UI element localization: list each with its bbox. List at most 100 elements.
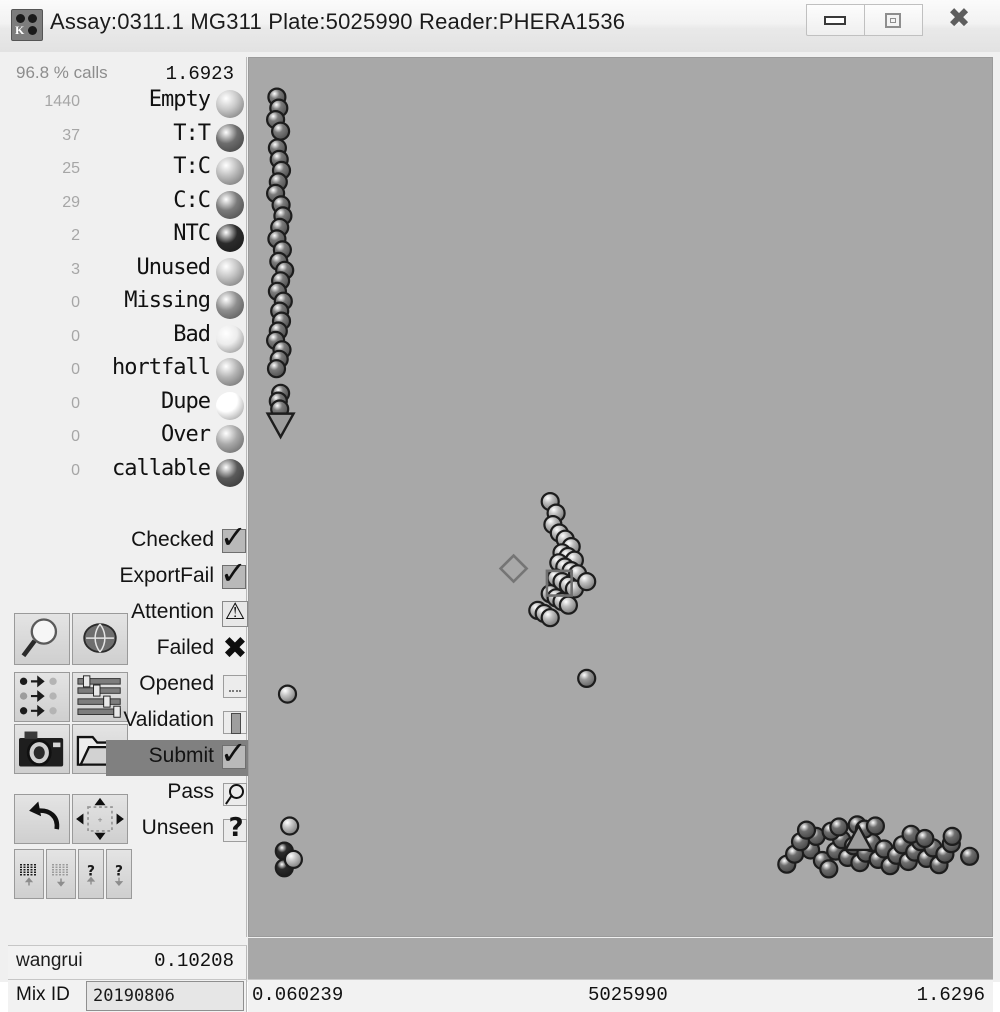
data-point[interactable] [558,595,578,615]
close-button[interactable]: ✖ [923,3,995,34]
status-label: Submit [148,744,214,767]
status-row-submit[interactable]: Submit ✓ [106,737,254,776]
status-row-unseen[interactable]: Unseen? [106,812,254,848]
data-point[interactable] [915,828,935,849]
undo-button[interactable] [14,794,70,844]
data-point[interactable] [271,121,291,141]
grid-up-button[interactable] [14,849,44,899]
legend-row-c:c[interactable]: 29 C:C [8,188,246,222]
legend-row-callable[interactable]: 0 callable [8,456,246,490]
legend-count: 0 [71,294,80,311]
legend-row-unused[interactable]: 3 Unused [8,255,246,289]
legend-row-missing[interactable]: 0 Missing [8,288,246,322]
legend-row-ntc[interactable]: 2 NTC [8,221,246,255]
legend-row-t:c[interactable]: 25 T:C [8,154,246,188]
minimize-button[interactable] [806,4,865,36]
mix-id-bar: Mix ID 20190806 [8,979,247,1012]
legend-label: T:C [173,154,211,179]
legend-row-dupe[interactable]: 0 Dupe [8,389,246,423]
checkbox-checked-icon[interactable]: ✓ [220,521,250,557]
threshold-marker-down[interactable] [265,412,296,440]
mix-id-label: Mix ID [16,984,70,1005]
checkbox-checked-icon[interactable]: ✓ [220,737,250,773]
warning-triangle-icon[interactable]: ⚠ [220,599,250,629]
centroid-diamond-marker[interactable] [498,553,529,584]
camera-snapshot-button[interactable] [14,724,70,774]
y-axis-max-value: 1.6923 [165,63,234,85]
window-body: 96.8 % calls 1.6923 1440 Empty 37 T:T 25 T:C 2… [0,52,1000,1012]
pass-key-icon[interactable] [220,779,250,809]
legend-count: 0 [71,361,80,378]
data-point[interactable] [865,816,886,836]
legend-label: hortfall [112,355,211,380]
data-point[interactable] [829,817,849,837]
mix-id-input[interactable]: 20190806 [86,981,244,1011]
data-point[interactable] [577,571,597,592]
question-up-button[interactable]: ? [78,849,104,899]
legend-row-bad[interactable]: 0 Bad [8,322,246,356]
data-point[interactable] [959,846,980,866]
zoom-magnifier-button[interactable] [14,613,70,665]
legend-sphere-icon [216,458,244,487]
status-label: Validation [123,708,214,731]
checkbox-checked-icon[interactable]: ✓ [220,557,250,593]
assign-arrows-button[interactable] [14,672,70,722]
question-mark-icon[interactable]: ? [220,813,250,845]
x-axis-plate-label: 5025990 [588,984,668,1006]
status-row-failed[interactable]: Failed ✖ [106,631,254,668]
data-point[interactable] [266,359,287,379]
legend-row-empty[interactable]: 1440 Empty [8,87,246,121]
status-row-pass[interactable]: Pass [106,776,254,812]
data-point[interactable] [540,608,560,628]
legend-label: Unused [136,254,211,280]
status-row-exportfail[interactable]: ExportFail ✓ [106,557,254,596]
validation-icon[interactable] [220,707,250,737]
y-axis-min-value: 0.10208 [154,950,234,972]
legend-row-t:t[interactable]: 37 T:T [8,121,246,155]
legend-count: 29 [62,193,80,211]
status-row-opened[interactable]: Opened [106,668,254,704]
data-point[interactable] [283,849,304,870]
data-point[interactable] [280,816,300,836]
legend-label: callable [112,455,211,481]
x-axis-max-label: 1.6296 [916,984,985,1006]
legend-label: Missing [124,288,211,313]
title-bar: K Assay:0311.1 MG311 Plate:5025990 Reade… [0,0,1000,53]
legend-label: NTC [173,221,211,246]
legend-count: 1440 [44,93,80,110]
legend-sphere-icon [216,257,244,286]
legend-count: 0 [71,428,80,445]
grid-down-button[interactable] [46,849,76,899]
legend-count: 0 [71,394,80,412]
legend-sphere-icon [216,123,244,152]
x-axis-bar: 0.060239 5025990 1.6296 [248,979,993,1012]
data-point[interactable] [796,820,817,840]
legend-count: 0 [71,327,80,345]
status-label: Opened [139,672,214,695]
data-point[interactable] [277,684,298,704]
scatter-plot-area[interactable] [248,57,993,937]
data-point[interactable] [942,826,962,847]
status-row-attention[interactable]: Attention ⚠ [106,596,254,632]
status-label: Failed [156,636,214,659]
legend-label: C:C [173,187,211,213]
legend-row-over[interactable]: 0 Over [8,422,246,456]
opened-box-icon[interactable] [220,671,250,701]
legend-sphere-icon [216,391,244,420]
question-down-button[interactable]: ? [106,849,132,899]
legend-sphere-icon [216,190,244,219]
legend-sphere-icon [216,358,244,386]
x-mark-icon[interactable]: ✖ [220,631,250,666]
data-point[interactable] [577,668,597,689]
data-point[interactable] [819,859,839,879]
legend-label: Empty [148,87,211,112]
legend-count: 3 [71,260,80,278]
status-label: Checked [131,528,214,551]
legend-count: 25 [62,160,80,177]
status-label: Attention [131,600,214,623]
maximize-button[interactable] [865,4,923,36]
legend-row-hortfall[interactable]: 0 hortfall [8,355,246,389]
legend-count: 37 [62,126,80,144]
legend-sphere-icon [216,291,244,319]
window-title: Assay:0311.1 MG311 Plate:5025990 Reader:… [50,9,626,34]
